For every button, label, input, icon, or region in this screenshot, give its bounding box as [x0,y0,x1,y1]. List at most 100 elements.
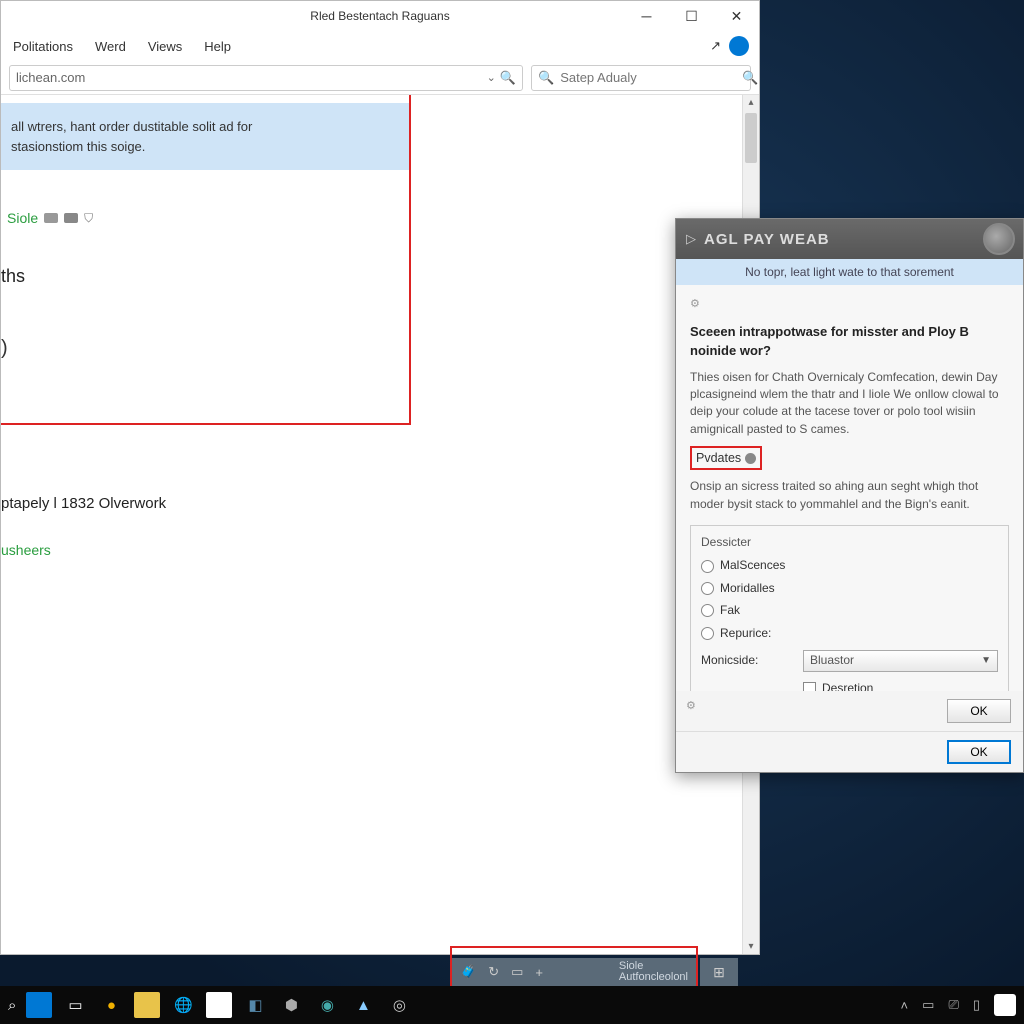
menu-politations[interactable]: Politations [13,39,73,54]
radio-icon[interactable] [701,560,714,573]
window-title: Rled Bestentach Raguans [310,9,449,23]
tray-extra-icon[interactable]: ⊞ [700,958,738,986]
taskbar-app-4[interactable] [206,992,232,1018]
body-line: ptapely l 1832 Olverwork [1,495,166,512]
ok-button-upper[interactable]: OK [947,699,1011,723]
share-icon[interactable]: ↗ [710,38,721,54]
taskbar-app-6[interactable]: ⬢ [278,992,304,1018]
play-icon: ▷ [686,231,696,247]
taskbar-app-8[interactable]: ▲ [350,992,376,1018]
radio-row-1[interactable]: Moridalles [701,580,998,597]
dialog-para2: Onsip an sicress traited so ahing aun se… [690,478,1009,513]
select-value: Bluastor [810,652,854,669]
shield-icon: ⛉ [84,211,93,226]
user-avatar-icon[interactable] [729,36,749,56]
radio-icon[interactable] [701,582,714,595]
window-controls: ─ ☐ ✕ [624,1,759,31]
checkbox-icon[interactable] [803,682,816,691]
radio-icon[interactable] [701,627,714,640]
dialog-footer-1: ⚙ OK [676,691,1023,731]
tray-highlight-frame [450,946,698,986]
chevron-down-icon[interactable]: ⌄ [487,71,496,84]
tray-chevron-icon[interactable]: ˄ [901,998,909,1013]
radio-row-3[interactable]: Repurice: [701,625,998,642]
dialog-window: ▷ AGL PAY WEAB No topr, leat light wate … [675,218,1024,773]
highlight-frame: all wtrers, hant order dustitable solit … [1,95,411,425]
system-tray: ˄ ▭ ⎚ ▯ [901,994,1016,1016]
tag-icon [44,213,58,223]
notice-line2: stasionstiom this soige. [11,137,399,157]
ths-heading: ths [1,266,409,287]
start-search-icon[interactable]: ⌕ [8,997,16,1014]
radio-row-2[interactable]: Fak [701,602,998,619]
scroll-up-icon[interactable]: ▴ [743,97,759,108]
search-box[interactable]: 🔍 🔍 [531,65,751,91]
content-area: all wtrers, hant order dustitable solit … [1,95,759,954]
radio-label-3: Repurice: [720,625,771,642]
menu-help[interactable]: Help [204,39,231,54]
updates-label: Pvdates [696,449,741,467]
paren-text: ) [1,337,409,360]
notice-banner: all wtrers, hant order dustitable solit … [1,103,409,170]
scroll-thumb[interactable] [745,113,757,163]
address-search-icon[interactable]: 🔍 [500,70,516,86]
gear-icon[interactable]: ⚙ [686,699,696,712]
scroll-down-icon[interactable]: ▾ [743,941,759,952]
select-label: Monicside: [701,652,791,669]
checkbox-label: Desretion [822,680,873,691]
dialog-heading: Sceeen intrappotwase for misster and Plo… [690,323,1009,361]
taskbar-app-2[interactable]: ● [98,992,124,1018]
task-view-icon[interactable]: ▭ [62,992,88,1018]
select-combo[interactable]: Bluastor ▼ [803,650,998,672]
radio-label-0: MalScences [720,557,785,574]
dialog-para1: Thies oisen for Chath Overnicaly Comfeca… [690,369,1009,439]
taskbar-app-5[interactable]: ◧ [242,992,268,1018]
tray-network-icon[interactable]: ⎚ [948,997,958,1013]
tray-battery-icon[interactable]: ▭ [922,997,934,1013]
titlebar: Rled Bestentach Raguans ─ ☐ ✕ [1,1,759,31]
usheers-link[interactable]: usheers [1,542,166,558]
gear-icon[interactable]: ⚙ [690,297,1009,313]
chevron-down-icon: ▼ [981,654,991,669]
menu-werd[interactable]: Werd [95,39,126,54]
dialog-body: ⚙ Sceeen intrappotwase for misster and P… [676,285,1023,691]
taskbar-chrome-icon[interactable]: 🌐 [170,992,196,1018]
radio-label-1: Moridalles [720,580,775,597]
ok-button[interactable]: OK [947,740,1011,764]
folder-icon [64,213,78,223]
taskbar-app-9[interactable]: ◎ [386,992,412,1018]
maximize-button[interactable]: ☐ [669,1,714,31]
close-button[interactable]: ✕ [714,1,759,31]
search-input[interactable] [560,70,736,85]
dossier-group: Dessicter MalScences Moridalles Fak Repu… [690,525,1009,691]
select-row: Monicside: Bluastor ▼ [701,650,998,672]
menubar: Politations Werd Views Help ↗ [1,31,759,61]
notice-line1: all wtrers, hant order dustitable solit … [11,117,399,137]
tray-volume-icon[interactable]: ▯ [973,997,980,1013]
radio-icon[interactable] [701,604,714,617]
menu-views[interactable]: Views [148,39,182,54]
dialog-footer-2: OK [676,731,1023,772]
url-input[interactable] [16,70,487,85]
status-dot-icon [745,453,756,464]
checkbox-row[interactable]: Desretion [803,680,998,691]
search-go-icon[interactable]: 🔍 [742,70,758,86]
dialog-subtitle: No topr, leat light wate to that soremen… [676,259,1023,285]
address-bar[interactable]: ⌄ 🔍 [9,65,523,91]
taskbar-app-1[interactable] [26,992,52,1018]
dialog-titlebar[interactable]: ▷ AGL PAY WEAB [676,219,1023,259]
taskbar-app-7[interactable]: ◉ [314,992,340,1018]
search-icon: 🔍 [538,70,554,86]
minimize-button[interactable]: ─ [624,1,669,31]
taskbar: ⌕ ▭ ● 🌐 ◧ ⬢ ◉ ▲ ◎ ˄ ▭ ⎚ ▯ [0,986,1024,1024]
radio-row-0[interactable]: MalScences [701,557,998,574]
dialog-avatar-icon [983,223,1015,255]
siole-link[interactable]: Siole [7,210,38,226]
tray-notification-icon[interactable] [994,994,1016,1016]
address-row: ⌄ 🔍 🔍 🔍 [1,61,759,95]
group-label: Dessicter [701,534,998,551]
browser-window: Rled Bestentach Raguans ─ ☐ ✕ Politation… [0,0,760,955]
taskbar-app-3[interactable] [134,992,160,1018]
dialog-title: AGL PAY WEAB [704,231,830,248]
updates-highlight: Pvdates [690,446,762,470]
